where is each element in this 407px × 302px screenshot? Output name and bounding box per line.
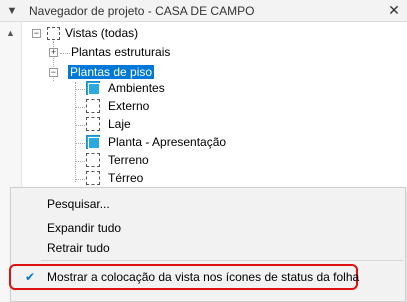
tree-item-label: Planta - Apresentação [108, 135, 227, 149]
view-placed-icon [86, 135, 100, 149]
group-expand-icon[interactable]: + [49, 48, 58, 57]
checkmark-icon: ✔ [25, 270, 36, 284]
tree-item-label: Ambientes [108, 81, 165, 95]
group-collapse-icon[interactable]: − [49, 68, 58, 77]
tree-item-label: Laje [108, 117, 131, 131]
tree-view-ambientes[interactable]: Ambientes [108, 80, 165, 97]
tree-item-label: Terreno [108, 153, 149, 167]
view-not-placed-icon [86, 99, 100, 113]
menu-item-label: Mostrar a colocação da vista nos ícones … [47, 270, 360, 284]
menu-item-retrair-tudo[interactable]: Retrair tudo [11, 237, 405, 259]
tree-item-label: Vistas (todas) [65, 26, 139, 40]
view-not-placed-icon [86, 153, 100, 167]
menu-item-label: Expandir tudo [47, 221, 122, 235]
menu-item-mostrar-colocacao-vista[interactable]: ✔ Mostrar a colocação da vista nos ícone… [9, 264, 360, 290]
menu-item-label: Retrair tudo [47, 241, 110, 255]
view-not-placed-icon [86, 117, 100, 131]
tree-item-vistas-todas[interactable]: Vistas (todas) [65, 25, 138, 42]
tree-group-plantas-de-piso[interactable]: Plantas de piso [68, 64, 155, 81]
menu-separator [41, 260, 403, 261]
tree-group-plantas-estruturais[interactable]: Plantas estruturais [71, 44, 170, 61]
view-not-placed-icon [86, 171, 100, 185]
tree-view-externo[interactable]: Externo [108, 98, 149, 115]
tree-view-terreno[interactable]: Terreno [108, 152, 149, 169]
close-icon[interactable]: ✕ [386, 2, 402, 18]
tree-view-terreo[interactable]: Térreo [108, 170, 143, 187]
menu-item-pesquisar[interactable]: Pesquisar... [11, 193, 405, 215]
context-menu: Pesquisar... Expandir tudo Retrair tudo … [9, 187, 406, 302]
tree-view-planta-apresentacao[interactable]: Planta - Apresentação [108, 134, 226, 151]
view-placed-icon [86, 81, 100, 95]
tree-item-label: Plantas estruturais [71, 45, 171, 59]
root-collapse-icon[interactable]: − [32, 29, 41, 38]
tree-item-label: Externo [108, 99, 150, 113]
panel-title: Navegador de projeto - CASA DE CAMPO [29, 4, 255, 18]
scroll-up-icon[interactable]: ▲ [6, 28, 15, 38]
collapse-panel-icon[interactable]: ▼ [5, 4, 19, 18]
tree-item-label: Térreo [108, 171, 144, 185]
tree-view-laje[interactable]: Laje [108, 116, 131, 133]
selected-tree-item-label: Plantas de piso [68, 65, 155, 79]
project-browser-titlebar: ▼ Navegador de projeto - CASA DE CAMPO ✕ [0, 0, 407, 22]
menu-item-label: Pesquisar... [47, 197, 110, 211]
views-root-icon [47, 27, 60, 40]
menu-item-expandir-tudo[interactable]: Expandir tudo [11, 217, 405, 239]
